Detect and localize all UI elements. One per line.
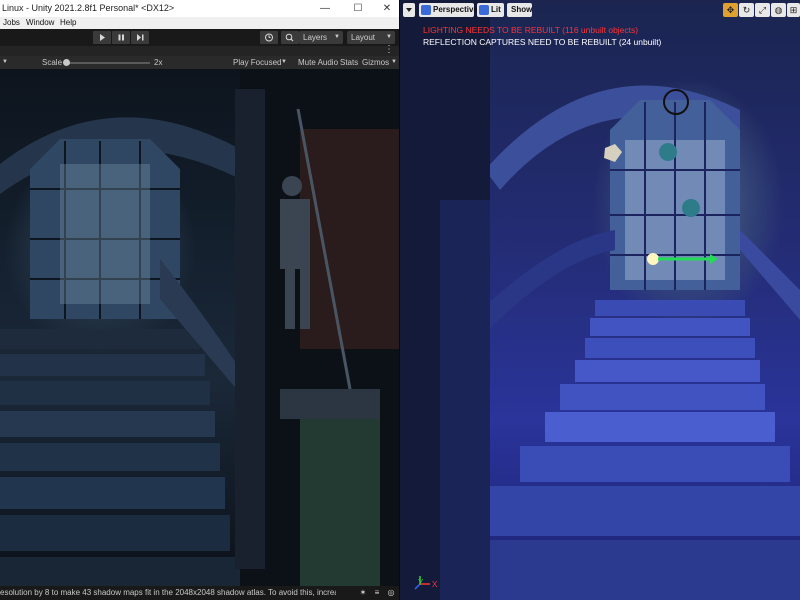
axis-gizmo	[414, 576, 430, 590]
axis-x-label: X	[432, 580, 438, 589]
history-button[interactable]	[260, 31, 278, 44]
lit-button[interactable]: Lit	[477, 3, 504, 17]
staircase-scene-image	[0, 69, 400, 586]
play-focused-dropdown[interactable]: Play Focused	[233, 56, 281, 69]
transform-icon[interactable]: ✥	[723, 3, 738, 17]
snap-icon[interactable]: ⊞	[787, 3, 800, 17]
chevron-down-icon: ▼	[386, 34, 392, 40]
layout-dropdown[interactable]: Layout ▼	[347, 31, 395, 44]
stats-toggle[interactable]: Stats	[340, 56, 358, 69]
menu-bar: Jobs Window Help	[0, 17, 400, 29]
axis-y-label: Y	[418, 578, 424, 587]
chevron-down-icon: ▼	[281, 59, 287, 65]
layers-label: Layers	[303, 33, 328, 42]
scale-slider-handle[interactable]	[63, 59, 70, 66]
globe-icon[interactable]: ◍	[771, 3, 786, 17]
main-toolbar: Layers ▼ Layout ▼	[0, 29, 400, 46]
viewport-options-button[interactable]	[403, 3, 415, 17]
stair-steps	[470, 300, 800, 600]
screen: Linux - Unity 2021.2.8f1 Personal* <DX12…	[0, 0, 800, 600]
chevron-down-icon[interactable]: ▼	[391, 56, 397, 69]
lit-mode-icon	[479, 5, 489, 15]
scale-icon[interactable]: ⤢	[755, 3, 770, 17]
menu-item-jobs[interactable]: Jobs	[3, 17, 20, 29]
scale-label: Scale	[42, 58, 63, 67]
game-tab-bar: ⋮	[0, 44, 400, 56]
console-status-bar[interactable]: esolution by 8 to make 43 shadow maps fi…	[0, 586, 400, 600]
point-light-icon	[682, 199, 700, 217]
scale-value: 2x	[154, 58, 163, 67]
play-controls	[93, 31, 149, 44]
show-label: Show	[511, 5, 533, 14]
lighting-icon[interactable]: ✶	[358, 588, 368, 598]
reflection-warning-text: REFLECTION CAPTURES NEED TO BE REBUILT (…	[423, 37, 662, 47]
layout-label: Layout	[351, 33, 376, 42]
pause-button[interactable]	[112, 31, 130, 44]
window-titlebar: Linux - Unity 2021.2.8f1 Personal* <DX12…	[0, 0, 400, 17]
step-icon	[137, 34, 144, 41]
menu-item-window[interactable]: Window	[26, 17, 54, 29]
step-button[interactable]	[131, 31, 149, 44]
lit-label: Lit	[491, 5, 501, 14]
directional-light-icon	[647, 253, 659, 265]
reflection-warning: REFLECTION CAPTURES NEED TO BE REBUILT (…	[423, 37, 661, 47]
pause-icon	[118, 34, 124, 41]
network-icon[interactable]: ◎	[386, 588, 396, 598]
console-message[interactable]: esolution by 8 to make 43 shadow maps fi…	[0, 586, 336, 600]
close-button[interactable]: ✕	[372, 0, 400, 17]
lighting-warning: LIGHTING NEEDS TO BE REBUILT (116 unbuil…	[423, 25, 638, 35]
maximize-button[interactable]: ☐	[343, 0, 373, 17]
perspective-label: Perspective	[433, 5, 478, 14]
chevron-down-icon[interactable]: ▼	[2, 56, 8, 69]
window-title: Linux - Unity 2021.2.8f1 Personal* <DX12…	[2, 3, 175, 13]
stair-steps	[0, 329, 240, 586]
mute-audio-toggle[interactable]: Mute Audio	[298, 56, 338, 69]
unity-editor: Linux - Unity 2021.2.8f1 Personal* <DX12…	[0, 0, 400, 600]
point-light-icon	[659, 143, 677, 161]
chevron-down-icon: ▼	[334, 34, 340, 40]
rotate-icon[interactable]: ↻	[739, 3, 754, 17]
layers-dropdown[interactable]: Layers ▼	[299, 31, 343, 44]
game-view-toolbar: ▼ Scale 2x Play Focused ▼ Mute Audio Sta…	[0, 56, 400, 69]
camera-icon	[421, 5, 431, 15]
scale-slider[interactable]	[66, 62, 150, 64]
show-button[interactable]: Show	[507, 3, 532, 17]
lighting-warning-text: LIGHTING NEEDS TO BE REBUILT (116 unbuil…	[423, 25, 639, 35]
game-view-render[interactable]	[0, 69, 400, 586]
staircase-scene-image	[400, 0, 800, 600]
stack-icon[interactable]: ≡	[372, 588, 382, 598]
history-icon	[265, 33, 273, 42]
play-icon	[100, 34, 105, 41]
search-icon	[285, 33, 294, 42]
unreal-viewport[interactable]: Perspective Lit Show ✥ ↻ ⤢ ◍ ⊞ LIGHTING …	[400, 0, 800, 600]
gizmos-toggle[interactable]: Gizmos	[362, 56, 389, 69]
play-button[interactable]	[93, 31, 111, 44]
perspective-button[interactable]: Perspective	[419, 3, 478, 17]
more-options-icon[interactable]: ⋮	[384, 44, 394, 55]
search-button[interactable]	[281, 31, 299, 44]
dropdown-icon	[406, 8, 412, 12]
menu-item-help[interactable]: Help	[60, 17, 76, 29]
minimize-button[interactable]: —	[310, 0, 340, 17]
